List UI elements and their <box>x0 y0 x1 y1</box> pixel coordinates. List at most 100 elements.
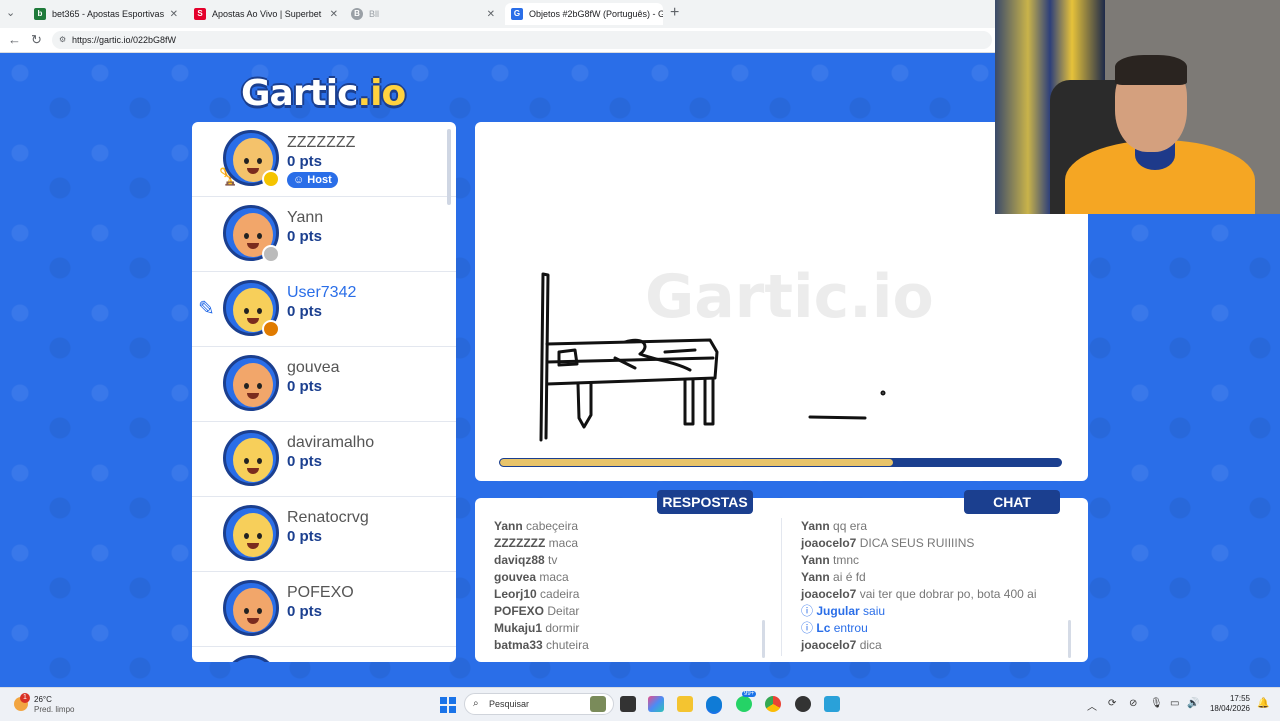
avatar-face <box>233 363 273 407</box>
info-icon: ⓘ <box>801 621 814 635</box>
tab-bet365[interactable]: b bet365 - Apostas Esportivas Onlin ✕ <box>28 3 184 25</box>
display-icon[interactable]: ▭ <box>1170 698 1179 709</box>
list-item: gouvea maca <box>494 570 569 584</box>
whatsapp-icon[interactable] <box>736 696 752 712</box>
notepad-icon[interactable] <box>824 696 840 712</box>
player-item: daviramalho 0 pts <box>192 422 456 497</box>
site-info-icon[interactable]: ⚙ <box>59 31 66 49</box>
notification-badge: 1 <box>20 693 30 703</box>
webcam-overlay <box>995 0 1280 214</box>
avatar <box>223 430 279 486</box>
player-name: User7342 <box>287 284 357 301</box>
player-name: ZZZZZZZ <box>287 134 356 151</box>
list-item: Yann cabeçeira <box>494 519 579 533</box>
panel-divider <box>781 518 782 656</box>
players-list: 🏆 ZZZZZZZ 0 pts ☺ Host Yann 0 pts ✎ User… <box>192 122 456 662</box>
player-points: 0 pts <box>287 303 323 320</box>
player-name: Yann <box>287 209 324 226</box>
gartic-favicon-icon: G <box>511 8 523 20</box>
chat-header: CHAT <box>964 490 1060 514</box>
weather-temp: 26°C <box>34 695 52 704</box>
player-name: Renatocrvg <box>287 509 369 526</box>
speaker-icon[interactable]: 🔊 <box>1187 698 1199 709</box>
clock-date: 18/04/2026 <box>1209 704 1250 713</box>
player-item: gouvea 0 pts <box>192 347 456 422</box>
tab-superbet[interactable]: S Apostas Ao Vivo | Superbet ✕ <box>188 3 344 25</box>
task-view-icon[interactable] <box>620 696 636 712</box>
list-item: Yann tmnc <box>801 553 860 567</box>
copilot-icon[interactable] <box>648 696 664 712</box>
bll-favicon-icon: B <box>351 8 363 20</box>
list-item: ZZZZZZZ maca <box>494 536 578 550</box>
file-explorer-icon[interactable] <box>677 696 693 712</box>
list-item: Yann qq era <box>801 519 868 533</box>
list-item: ⓘ Jugular saiu <box>801 604 886 618</box>
info-icon: ⓘ <box>801 604 814 618</box>
landscape-widget-icon[interactable] <box>590 696 606 712</box>
superbet-favicon-icon: S <box>194 8 206 20</box>
list-item: Leorj10 cadeira <box>494 587 580 601</box>
new-tab-plus-icon[interactable]: + <box>670 4 679 22</box>
whatsapp-badge: 99+ <box>742 691 757 697</box>
tab-title: Objetos #2bG8fW (Português) - G <box>529 9 663 19</box>
notification-bell-icon[interactable]: 🔔 <box>1257 698 1269 709</box>
player-item: Yann 0 pts <box>192 197 456 272</box>
tab-close-icon[interactable]: ✕ <box>170 9 178 20</box>
answers-scrollbar[interactable] <box>762 620 765 658</box>
windows-start-icon[interactable] <box>440 697 456 713</box>
player-points: 0 pts <box>287 528 323 545</box>
player-item: POFEXO 0 pts <box>192 572 456 647</box>
player-name: POFEXO <box>287 584 354 601</box>
show-hidden-icons-chevron-icon[interactable]: ︿ <box>1087 698 1097 713</box>
player-item: Renatocrvg 0 pts <box>192 497 456 572</box>
reload-icon[interactable]: ↻ <box>31 32 42 48</box>
list-item: batma33 chuteira <box>494 638 589 652</box>
list-item: Yann ai é fd <box>801 570 866 584</box>
avatar <box>223 580 279 636</box>
answers-list: Yann cabeçeira ZZZZZZZ maca daviqz88 tv … <box>494 518 589 654</box>
player-points: 0 pts <box>287 228 323 245</box>
status-badge <box>262 320 280 338</box>
tab-bll[interactable]: B Bll ✕ <box>345 3 501 25</box>
network-off-icon[interactable]: ⊘ <box>1129 698 1137 709</box>
player-item <box>192 647 456 662</box>
list-item: daviqz88 tv <box>494 553 558 567</box>
media-player-icon[interactable] <box>795 696 811 712</box>
player-item: ✎ User7342 0 pts <box>192 272 456 347</box>
chat-list: Yann qq era joaocelo7 DICA SEUS RUIIIINS… <box>801 518 1037 654</box>
tab-close-icon[interactable]: ✕ <box>487 9 495 20</box>
sync-icon[interactable]: ⟳ <box>1108 698 1116 709</box>
system-clock[interactable]: 17:55 18/04/2026 <box>1200 694 1250 714</box>
list-item: joaocelo7 DICA SEUS RUIIIINS <box>801 536 975 550</box>
tab-title: bet365 - Apostas Esportivas Onlin <box>52 9 164 19</box>
microphone-icon[interactable]: 🎙 <box>1150 698 1163 709</box>
player-points: 0 pts <box>287 378 323 395</box>
status-badge <box>262 170 280 188</box>
avatar <box>223 655 279 662</box>
url-field[interactable]: ⚙ https://gartic.io/022bG8fW <box>52 31 992 49</box>
edge-icon[interactable] <box>706 696 722 712</box>
search-icon: ⌕ <box>473 698 479 709</box>
gartic-logo: Gartic.io <box>241 73 406 114</box>
tab-close-icon[interactable]: ✕ <box>330 9 338 20</box>
back-arrow-icon[interactable]: ← <box>8 32 21 47</box>
avatar <box>223 355 279 411</box>
players-scrollbar[interactable] <box>447 129 451 205</box>
windows-taskbar: 1 26°C Pred. limpo ⌕ Pesquisar 99+ ︿ ⟳ ⊘… <box>0 687 1280 721</box>
chrome-icon[interactable] <box>765 696 781 712</box>
webcam-hair <box>1115 55 1187 85</box>
host-badge: ☺ Host <box>287 172 338 188</box>
tab-gartic[interactable]: G Objetos #2bG8fW (Português) - G <box>505 3 663 25</box>
chat-scrollbar[interactable] <box>1068 620 1071 658</box>
list-item: joaocelo7 dica <box>801 638 882 652</box>
player-name: daviramalho <box>287 434 375 451</box>
tab-title: Apostas Ao Vivo | Superbet <box>212 9 322 19</box>
bet365-favicon-icon: b <box>34 8 46 20</box>
status-badge <box>262 245 280 263</box>
player-name: gouvea <box>287 359 340 376</box>
list-item: POFEXO Deitar <box>494 604 580 618</box>
player-item: 🏆 ZZZZZZZ 0 pts ☺ Host <box>192 122 456 197</box>
tab-list-chevron-icon[interactable]: ⌄ <box>6 6 15 19</box>
round-timer-bar <box>499 458 1062 467</box>
clock-time: 17:55 <box>1229 694 1250 703</box>
